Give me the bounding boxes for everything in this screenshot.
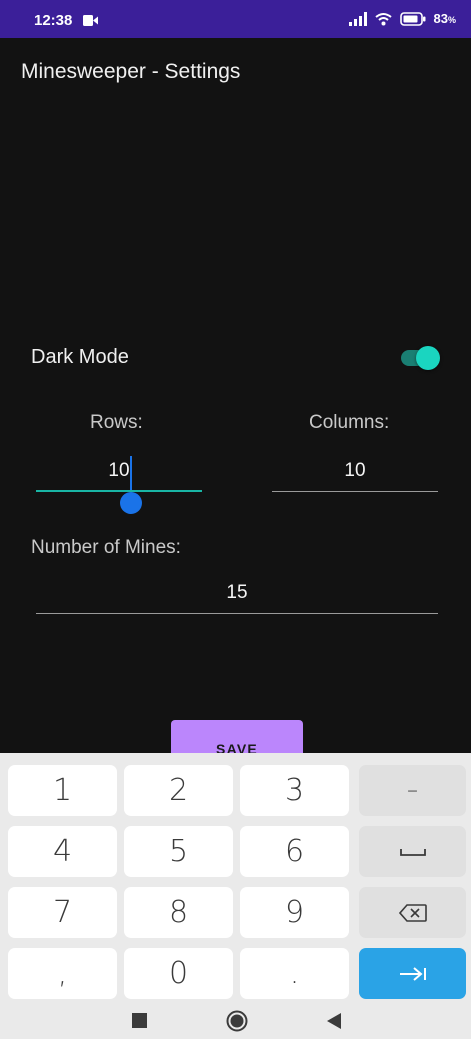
- next-field-icon: [399, 966, 426, 981]
- home-icon[interactable]: [226, 1010, 248, 1032]
- battery-level: 83%: [433, 11, 456, 26]
- key-comma[interactable]: ,: [8, 948, 117, 999]
- video-record-icon: [83, 15, 98, 26]
- mines-value: 15: [226, 582, 248, 603]
- key-6[interactable]: 6: [240, 826, 349, 877]
- key-1[interactable]: 1: [8, 765, 117, 816]
- recents-icon[interactable]: [132, 1013, 147, 1028]
- columns-label: Columns:: [309, 412, 390, 433]
- text-cursor: [130, 456, 132, 490]
- next-key[interactable]: [359, 948, 466, 999]
- wifi-icon: [374, 12, 392, 25]
- app-title: Minesweeper - Settings: [21, 60, 241, 83]
- dark-mode-label: Dark Mode: [31, 346, 129, 368]
- backspace-key[interactable]: [359, 887, 466, 938]
- navigation-bar: [0, 1000, 471, 1039]
- key-3[interactable]: 3: [240, 765, 349, 816]
- key-period[interactable]: .: [240, 948, 349, 999]
- switch-thumb: [416, 346, 440, 370]
- backspace-icon: [398, 903, 427, 922]
- key-minus[interactable]: –: [359, 765, 466, 816]
- numeric-keyboard: 1 2 3 – 4 5 6 7 8 9 , 0 .: [0, 753, 471, 1000]
- battery-icon: [399, 11, 426, 26]
- mines-input[interactable]: 15: [36, 574, 438, 614]
- columns-input[interactable]: 10: [272, 452, 438, 492]
- rows-label: Rows:: [90, 412, 143, 433]
- key-4[interactable]: 4: [8, 826, 117, 877]
- space-key[interactable]: [359, 826, 466, 877]
- columns-value: 10: [344, 460, 366, 481]
- key-8[interactable]: 8: [124, 887, 233, 938]
- status-time: 12:38: [34, 12, 73, 29]
- text-cursor-handle[interactable]: [120, 492, 142, 514]
- space-key-icon: [399, 848, 426, 856]
- key-5[interactable]: 5: [124, 826, 233, 877]
- status-icons: 83%: [348, 11, 456, 26]
- key-9[interactable]: 9: [240, 887, 349, 938]
- rows-value: 10: [108, 460, 130, 481]
- signal-icon: [348, 11, 367, 26]
- status-bar: 12:38 83%: [0, 0, 471, 38]
- rows-input[interactable]: 10: [36, 452, 202, 492]
- dark-mode-switch[interactable]: [399, 345, 441, 371]
- back-icon[interactable]: [326, 1012, 342, 1030]
- key-0[interactable]: 0: [124, 948, 233, 999]
- key-7[interactable]: 7: [8, 887, 117, 938]
- key-2[interactable]: 2: [124, 765, 233, 816]
- mines-label: Number of Mines:: [31, 537, 181, 558]
